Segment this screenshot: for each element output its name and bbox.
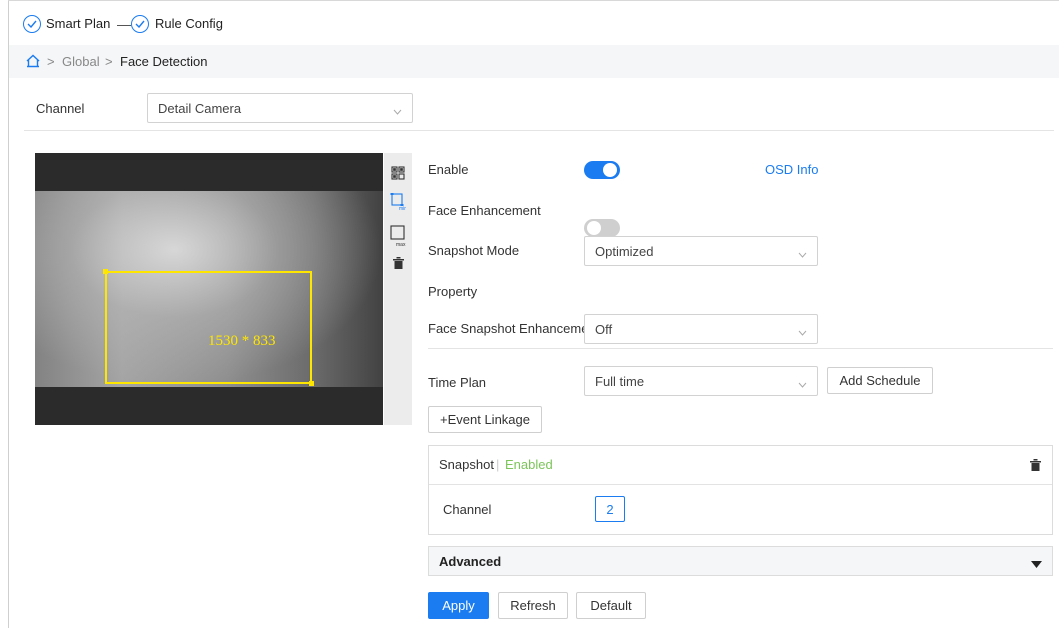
channel-select-value: Detail Camera: [158, 100, 242, 116]
min-rect-icon[interactable]: min: [390, 193, 406, 211]
camera-image: 1530 * 833: [35, 191, 383, 387]
face-snapshot-enhancement-label: Face Snapshot Enhancement: [428, 321, 600, 336]
breadcrumb-global[interactable]: Global: [62, 54, 100, 69]
enable-label: Enable: [428, 162, 469, 177]
trash-icon[interactable]: [1030, 459, 1041, 474]
advanced-section[interactable]: Advanced: [428, 546, 1053, 576]
face-enhancement-toggle[interactable]: [584, 219, 620, 237]
snapshot-mode-value: Optimized: [595, 243, 654, 259]
face-snapshot-enhancement-value: Off: [595, 321, 613, 337]
face-enhancement-label: Face Enhancement: [428, 203, 541, 218]
svg-text:max: max: [396, 242, 406, 247]
step-rule-config[interactable]: Rule Config: [155, 16, 223, 31]
step-smart-plan[interactable]: Smart Plan: [46, 16, 110, 31]
detection-region[interactable]: [105, 271, 312, 384]
advanced-label: Advanced: [439, 554, 502, 569]
steps-bar: Smart Plan Rule Config: [9, 1, 1059, 45]
chevron-down-icon: [393, 103, 402, 118]
snapshot-linkage-card: Snapshot | Enabled Channel 2: [428, 445, 1053, 535]
chevron-down-icon: [798, 246, 807, 261]
chevron-down-icon: [798, 376, 807, 391]
qr-grid-icon[interactable]: [390, 165, 406, 181]
channel-label: Channel: [36, 101, 85, 116]
channel-select[interactable]: Detail Camera: [147, 93, 413, 123]
snapshot-channel-chip[interactable]: 2: [595, 496, 625, 522]
time-plan-value: Full time: [595, 373, 645, 389]
property-label: Property: [428, 284, 478, 299]
video-preview[interactable]: 1530 * 833: [35, 153, 383, 425]
osd-info-link[interactable]: OSD Info: [765, 162, 818, 177]
face-snapshot-enhancement-select[interactable]: Off: [584, 314, 818, 344]
max-rect-icon[interactable]: max: [390, 225, 406, 247]
snapshot-card-header: Snapshot | Enabled: [429, 446, 1052, 485]
snapshot-status: Enabled: [505, 457, 553, 472]
snapshot-mode-select[interactable]: Optimized: [584, 236, 818, 266]
breadcrumb: > Global > Face Detection: [9, 45, 1059, 78]
chevron-down-icon: [798, 324, 807, 339]
snapshot-channel-label: Channel: [443, 502, 492, 517]
svg-text:min: min: [399, 206, 406, 211]
snapshot-title: Snapshot: [439, 457, 494, 472]
time-plan-select[interactable]: Full time: [584, 366, 818, 396]
breadcrumb-face-detection: Face Detection: [120, 54, 208, 69]
section-divider: [24, 130, 1054, 131]
apply-button[interactable]: Apply: [428, 592, 489, 619]
home-icon[interactable]: [26, 54, 40, 71]
check-circle-icon: [131, 15, 149, 33]
check-circle-icon: [23, 15, 41, 33]
default-button[interactable]: Default: [576, 592, 646, 619]
step-connector: [117, 25, 131, 26]
toggle-knob: [587, 221, 601, 235]
drawing-toolbar: min max: [384, 153, 412, 425]
region-handle[interactable]: [103, 269, 108, 274]
caret-down-icon: [1031, 556, 1042, 571]
enable-toggle[interactable]: [584, 161, 620, 179]
refresh-button[interactable]: Refresh: [498, 592, 568, 619]
snapshot-mode-label: Snapshot Mode: [428, 243, 520, 258]
breadcrumb-separator: >: [105, 54, 113, 69]
breadcrumb-separator: >: [47, 54, 55, 69]
event-linkage-button[interactable]: +Event Linkage: [428, 406, 542, 433]
region-handle[interactable]: [309, 381, 314, 386]
toggle-knob: [603, 163, 617, 177]
region-size-label: 1530 * 833: [208, 333, 276, 349]
window-frame-left: [0, 0, 9, 628]
trash-icon[interactable]: [390, 255, 406, 271]
time-plan-label: Time Plan: [428, 375, 487, 390]
add-schedule-button[interactable]: Add Schedule: [827, 367, 933, 394]
title-separator: |: [496, 457, 500, 472]
settings-divider: [428, 348, 1053, 349]
